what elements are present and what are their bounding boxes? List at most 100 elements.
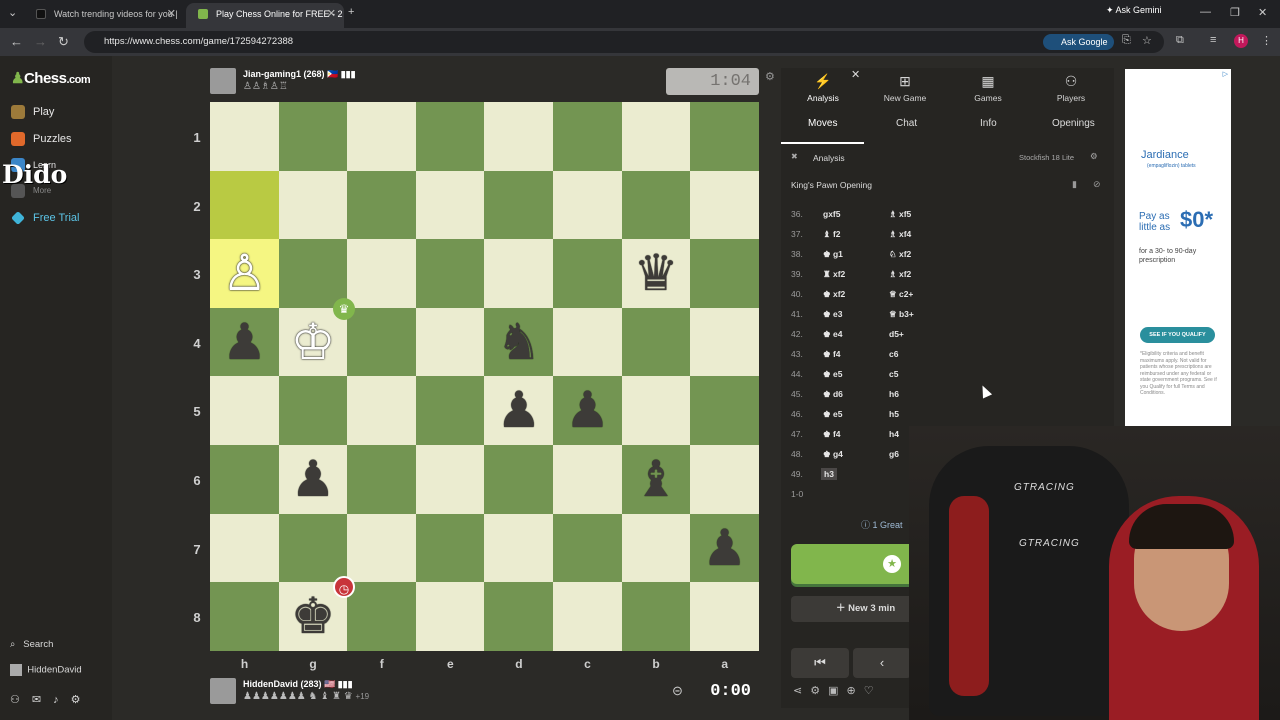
white-move[interactable]: h3: [821, 468, 837, 480]
board-square[interactable]: [415, 445, 485, 514]
board-square[interactable]: [484, 170, 554, 240]
board-square[interactable]: [553, 102, 622, 171]
white-move[interactable]: ♜ xf2: [823, 269, 845, 280]
black-move[interactable]: h4: [889, 429, 899, 439]
black-move[interactable]: ♗ xf4: [889, 229, 911, 240]
sidebar-search[interactable]: ⌕ Search: [10, 639, 53, 650]
trash-icon[interactable]: ▮: [1072, 179, 1077, 190]
board-square[interactable]: [347, 582, 417, 652]
board-square[interactable]: [621, 376, 691, 446]
mail-icon[interactable]: ✉: [32, 694, 53, 706]
board-square[interactable]: [415, 513, 485, 583]
chess-board[interactable]: ♙ ♟ ♔ ♞ ♛ ♟ ♟ ♟ ♝ ♟ ♚: [210, 102, 760, 652]
new-tab-button[interactable]: +: [348, 6, 354, 18]
board-square[interactable]: [347, 376, 417, 446]
install-icon[interactable]: ⎘: [1122, 34, 1131, 47]
black-pawn[interactable]: ♟: [484, 376, 553, 445]
board-square[interactable]: [621, 513, 691, 583]
board-square[interactable]: [553, 513, 622, 583]
share-icon[interactable]: ⋖: [793, 685, 810, 697]
chesscom-logo[interactable]: ♟Chess.com: [11, 69, 91, 87]
subtab-openings[interactable]: Openings: [1052, 118, 1095, 129]
board-square[interactable]: [484, 582, 554, 652]
board-square[interactable]: [347, 513, 417, 583]
board-square[interactable]: [484, 102, 554, 171]
sidebar-item-free-trial[interactable]: Free Trial: [11, 209, 79, 227]
board-square[interactable]: [690, 582, 760, 652]
board-square[interactable]: [553, 445, 622, 514]
close-icon[interactable]: ✕: [851, 68, 860, 81]
black-move[interactable]: h5: [889, 409, 899, 419]
board-square[interactable]: [347, 102, 417, 171]
ad-choices-icon[interactable]: ▷: [1223, 70, 1228, 78]
board-square[interactable]: [347, 239, 417, 309]
black-move[interactable]: c6: [889, 349, 898, 359]
board-square[interactable]: [278, 102, 348, 171]
sidebar-user[interactable]: HiddenDavid: [10, 664, 82, 676]
board-square[interactable]: [278, 376, 348, 446]
black-knight[interactable]: ♞: [484, 308, 553, 377]
board-square[interactable]: [347, 170, 417, 240]
board-square[interactable]: [278, 170, 348, 240]
board-square[interactable]: [690, 445, 760, 514]
board-square[interactable]: [690, 376, 760, 446]
white-move[interactable]: ♚ f4: [823, 349, 841, 360]
reload-icon[interactable]: ↻: [58, 34, 69, 50]
white-move[interactable]: ♝ f2: [823, 229, 841, 240]
white-move[interactable]: ♚ xf2: [823, 289, 845, 300]
analyze-icon[interactable]: ⚙: [810, 685, 828, 697]
board-square[interactable]: [347, 445, 417, 514]
board-square[interactable]: [690, 102, 760, 171]
bottom-player-name[interactable]: HiddenDavid (283) 🇺🇸 ▮▮▮: [243, 679, 353, 690]
tab-new-game[interactable]: ⊞ New Game: [863, 73, 947, 103]
black-move[interactable]: ♕ c2+: [889, 289, 913, 300]
ask-google-button[interactable]: Ask Google: [1043, 34, 1114, 50]
black-move[interactable]: d5+: [889, 329, 904, 339]
board-square[interactable]: [553, 239, 622, 309]
board-square[interactable]: [278, 513, 348, 583]
subtab-chat[interactable]: Chat: [896, 118, 917, 129]
subtab-info[interactable]: Info: [980, 118, 997, 129]
profile-avatar[interactable]: H: [1234, 34, 1248, 48]
board-square[interactable]: [621, 102, 691, 171]
tab-search-icon[interactable]: ⌄: [8, 6, 17, 19]
board-square[interactable]: [621, 170, 691, 240]
board-square[interactable]: [210, 102, 279, 171]
browser-tab-tiktok[interactable]: Watch trending videos for you | ✕: [24, 3, 184, 28]
black-pawn[interactable]: ♟: [690, 514, 759, 583]
first-move-button[interactable]: ⏮: [791, 648, 849, 678]
board-square[interactable]: [415, 102, 485, 171]
close-icon[interactable]: ✕: [167, 3, 176, 25]
white-move[interactable]: ♚ f4: [823, 429, 841, 440]
top-player-name[interactable]: Jian-gaming1 (268) 🇵🇭 ▮▮▮: [243, 69, 356, 80]
white-move[interactable]: ♚ g1: [823, 249, 843, 260]
prev-move-button[interactable]: ‹: [853, 648, 911, 678]
reading-list-icon[interactable]: ≡: [1210, 34, 1216, 46]
board-square[interactable]: [415, 170, 485, 240]
black-move[interactable]: ♗ xf5: [889, 209, 911, 220]
white-move[interactable]: ♚ d6: [823, 389, 843, 400]
sidebar-item-play[interactable]: Play: [11, 103, 54, 121]
board-square[interactable]: [415, 376, 485, 446]
black-queen[interactable]: ♛: [622, 239, 691, 308]
close-window-icon[interactable]: ✕: [1258, 6, 1267, 19]
heart-icon[interactable]: ♡: [864, 685, 882, 697]
ad-qualify-button[interactable]: SEE IF YOU QUALIFY: [1140, 327, 1215, 343]
board-square[interactable]: [278, 239, 348, 309]
sidebar-item-puzzles[interactable]: Puzzles: [11, 130, 72, 148]
board-square[interactable]: [621, 582, 691, 652]
black-bishop[interactable]: ♝: [622, 445, 691, 514]
black-move[interactable]: ♘ xf2: [889, 249, 911, 260]
board-square[interactable]: [210, 582, 279, 652]
tab-games[interactable]: ▦ Games: [946, 73, 1030, 103]
black-pawn[interactable]: ♟: [210, 308, 279, 377]
toggle-icon[interactable]: ✖: [791, 152, 798, 161]
board-square[interactable]: [415, 239, 485, 309]
black-move[interactable]: g6: [889, 449, 899, 459]
tab-players[interactable]: ⚇ Players: [1029, 73, 1113, 103]
extensions-icon[interactable]: ⧉: [1176, 34, 1184, 47]
board-square[interactable]: [690, 239, 760, 309]
board-square[interactable]: [621, 307, 691, 377]
board-square[interactable]: [484, 513, 554, 583]
bell-icon[interactable]: ♪: [53, 694, 71, 706]
